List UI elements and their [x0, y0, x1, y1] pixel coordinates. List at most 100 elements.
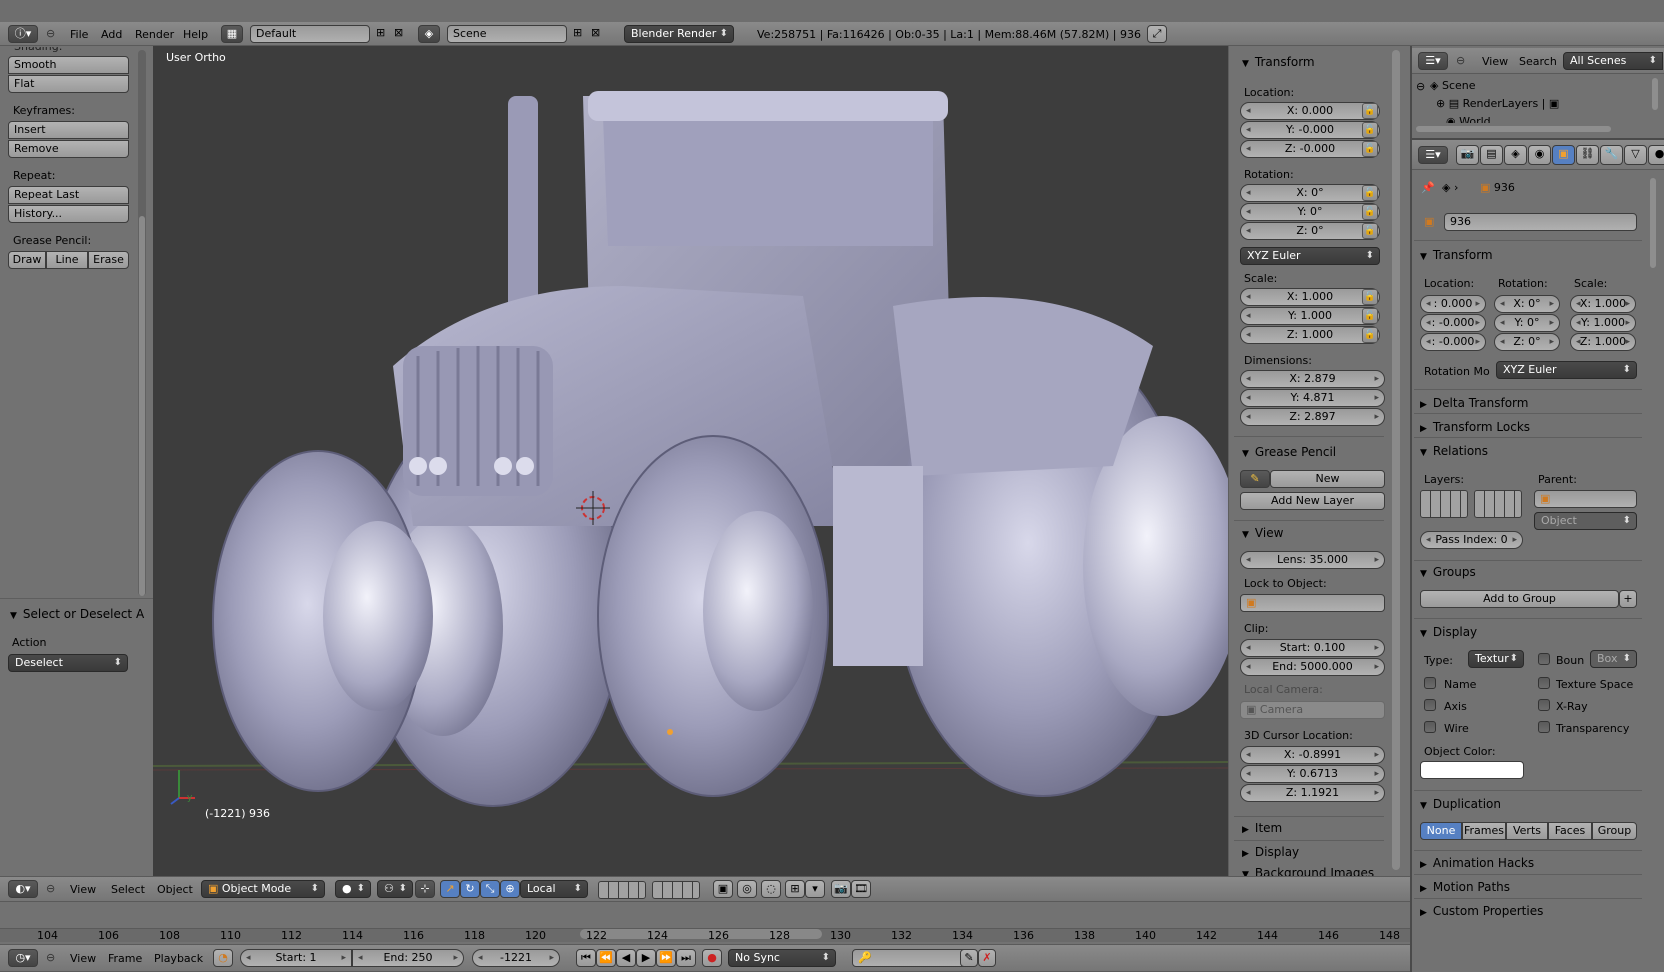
- auto-keyframe-record-icon[interactable]: ●: [702, 949, 722, 967]
- layer-grid-right[interactable]: [1474, 490, 1522, 518]
- p-relations-title[interactable]: Relations: [1420, 444, 1488, 458]
- n-dimensions-y[interactable]: Y: 4.871: [1240, 389, 1385, 407]
- current-frame-field[interactable]: -1221: [472, 949, 560, 967]
- tab-world-icon[interactable]: ◉: [1528, 145, 1551, 165]
- n-item-title[interactable]: Item: [1242, 821, 1282, 835]
- timeline-menu-frame[interactable]: Frame: [108, 952, 142, 965]
- local-camera-field[interactable]: ▣ Camera: [1240, 701, 1385, 719]
- tab-constraints-icon[interactable]: ⛓: [1576, 145, 1599, 165]
- add-new-layer-button[interactable]: Add New Layer: [1240, 492, 1385, 510]
- preview-range-icon[interactable]: ◔: [213, 949, 233, 967]
- n-location-x[interactable]: X: 0.000: [1240, 102, 1380, 120]
- rotate-manipulator-icon[interactable]: ↻: [460, 880, 480, 898]
- play-icon[interactable]: ▶: [636, 949, 656, 967]
- tab-modifiers-icon[interactable]: 🔧: [1600, 145, 1623, 165]
- dup-none-button[interactable]: None: [1420, 822, 1462, 840]
- grease-pencil-icon[interactable]: ✎: [1240, 470, 1270, 488]
- n-dimensions-z[interactable]: Z: 2.897: [1240, 408, 1385, 426]
- screen-layout-icon[interactable]: ▦: [221, 25, 243, 43]
- n-rotation-x[interactable]: X: 0°: [1240, 184, 1380, 202]
- sync-mode-dropdown[interactable]: No Sync: [728, 949, 836, 967]
- end-frame-field[interactable]: End: 250: [352, 949, 464, 967]
- lock-rotation-y-icon[interactable]: 🔓: [1362, 204, 1378, 220]
- outliner-editor-type-icon[interactable]: ☰▾: [1418, 52, 1448, 70]
- p-scale-z[interactable]: Z: 1.000: [1570, 333, 1636, 351]
- xray-checkbox[interactable]: [1538, 699, 1550, 711]
- tab-object-icon[interactable]: ▣: [1552, 145, 1575, 165]
- outliner-hscroll[interactable]: [1416, 126, 1611, 132]
- outliner-menu-search[interactable]: Search: [1519, 55, 1557, 68]
- snap-toggle-icon[interactable]: ⊞: [785, 880, 805, 898]
- bounds-checkbox[interactable]: [1538, 653, 1550, 665]
- repeat-last-button[interactable]: Repeat Last: [8, 186, 129, 204]
- n-grease-pencil-title[interactable]: Grease Pencil: [1242, 445, 1336, 459]
- p-rotation-mode-dropdown[interactable]: XYZ Euler: [1496, 361, 1637, 379]
- p-transform-title[interactable]: Transform: [1420, 248, 1493, 262]
- p-rotation-x[interactable]: X: 0°: [1494, 295, 1560, 313]
- outliner-collapse-icon[interactable]: ⊖: [1456, 54, 1465, 67]
- dup-verts-button[interactable]: Verts: [1506, 822, 1548, 840]
- p-motion-paths[interactable]: Motion Paths: [1420, 880, 1510, 894]
- view3d-editor-type-icon[interactable]: ◐▾: [8, 880, 38, 898]
- clip-start-field[interactable]: Start: 0.100: [1240, 639, 1385, 657]
- start-frame-field[interactable]: Start: 1: [240, 949, 352, 967]
- p-duplication-title[interactable]: Duplication: [1420, 797, 1501, 811]
- screen-layout-field[interactable]: Default: [250, 25, 370, 43]
- timeline-editor-type-icon[interactable]: ◷▾: [8, 949, 38, 967]
- p-scale-x[interactable]: X: 1.000: [1570, 295, 1636, 313]
- n-panel-scrollbar[interactable]: [1392, 50, 1400, 870]
- dup-group-button[interactable]: Group: [1592, 822, 1637, 840]
- p-rotation-z[interactable]: Z: 0°: [1494, 333, 1560, 351]
- grease-new-button[interactable]: New: [1270, 470, 1385, 488]
- delete-keyframe-icon[interactable]: ✗: [978, 949, 996, 967]
- bounds-type-dropdown[interactable]: Box: [1590, 650, 1637, 668]
- axis-checkbox[interactable]: [1424, 699, 1436, 711]
- fullscreen-icon[interactable]: ⤢: [1147, 25, 1167, 43]
- timeline-menu-playback[interactable]: Playback: [154, 952, 203, 965]
- n-rotation-mode-dropdown[interactable]: XYZ Euler: [1240, 247, 1380, 265]
- texture-space-checkbox[interactable]: [1538, 677, 1550, 689]
- p-location-z[interactable]: : -0.000: [1420, 333, 1486, 351]
- grease-draw-button[interactable]: Draw: [8, 251, 46, 269]
- scene-layers-grid-right[interactable]: [652, 881, 700, 899]
- n-location-y[interactable]: Y: -0.000: [1240, 121, 1380, 139]
- p-location-x[interactable]: : 0.000: [1420, 295, 1486, 313]
- view3d-menu-view[interactable]: View: [70, 883, 96, 896]
- proportional-edit-icon[interactable]: ◎: [737, 880, 757, 898]
- transparency-checkbox[interactable]: [1538, 721, 1550, 733]
- opengl-anim-icon[interactable]: 🎞: [851, 880, 871, 898]
- tab-scene-icon[interactable]: ◈: [1504, 145, 1527, 165]
- scene-layers-grid-left[interactable]: [598, 881, 646, 899]
- lock-scale-z-icon[interactable]: 🔓: [1362, 327, 1378, 343]
- pass-index-field[interactable]: Pass Index: 0: [1420, 531, 1523, 549]
- n-background-images-title[interactable]: Background Images: [1242, 866, 1374, 876]
- wire-checkbox[interactable]: [1424, 721, 1436, 733]
- tab-material-icon[interactable]: ●: [1648, 145, 1664, 165]
- cursor-y-field[interactable]: Y: 0.6713: [1240, 765, 1385, 783]
- cursor-z-field[interactable]: Z: 1.1921: [1240, 784, 1385, 802]
- smooth-button[interactable]: Smooth: [8, 56, 129, 74]
- p-transform-locks[interactable]: Transform Locks: [1420, 420, 1530, 434]
- timeline-menu-view[interactable]: View: [70, 952, 96, 965]
- lock-location-x-icon[interactable]: 🔓: [1362, 103, 1378, 119]
- timeline-collapse-icon[interactable]: ⊖: [46, 951, 55, 964]
- transform-orientation-dropdown[interactable]: Local: [520, 880, 588, 898]
- jump-end-icon[interactable]: ⏭: [676, 949, 696, 967]
- collapse-menu-icon[interactable]: ⊖: [46, 27, 55, 40]
- lock-location-y-icon[interactable]: 🔓: [1362, 122, 1378, 138]
- layer-grid-left[interactable]: [1420, 490, 1468, 518]
- tab-render-layers-icon[interactable]: ▤: [1480, 145, 1503, 165]
- dup-faces-button[interactable]: Faces: [1548, 822, 1592, 840]
- outliner-expand-scene-icon[interactable]: ⊖: [1416, 80, 1425, 93]
- view3d-menu-select[interactable]: Select: [111, 883, 145, 896]
- outliner-menu-view[interactable]: View: [1482, 55, 1508, 68]
- menu-render[interactable]: Render: [135, 28, 174, 41]
- operator-panel-title[interactable]: Select or Deselect A: [10, 607, 144, 621]
- tab-render-icon[interactable]: 📷: [1456, 145, 1479, 165]
- lock-location-z-icon[interactable]: 🔓: [1362, 141, 1378, 157]
- tab-data-icon[interactable]: ▽: [1624, 145, 1647, 165]
- play-reverse-icon[interactable]: ◀: [616, 949, 636, 967]
- lock-scale-y-icon[interactable]: 🔓: [1362, 308, 1378, 324]
- insert-keyframe-button[interactable]: Insert: [8, 121, 129, 139]
- view3d-collapse-icon[interactable]: ⊖: [46, 882, 55, 895]
